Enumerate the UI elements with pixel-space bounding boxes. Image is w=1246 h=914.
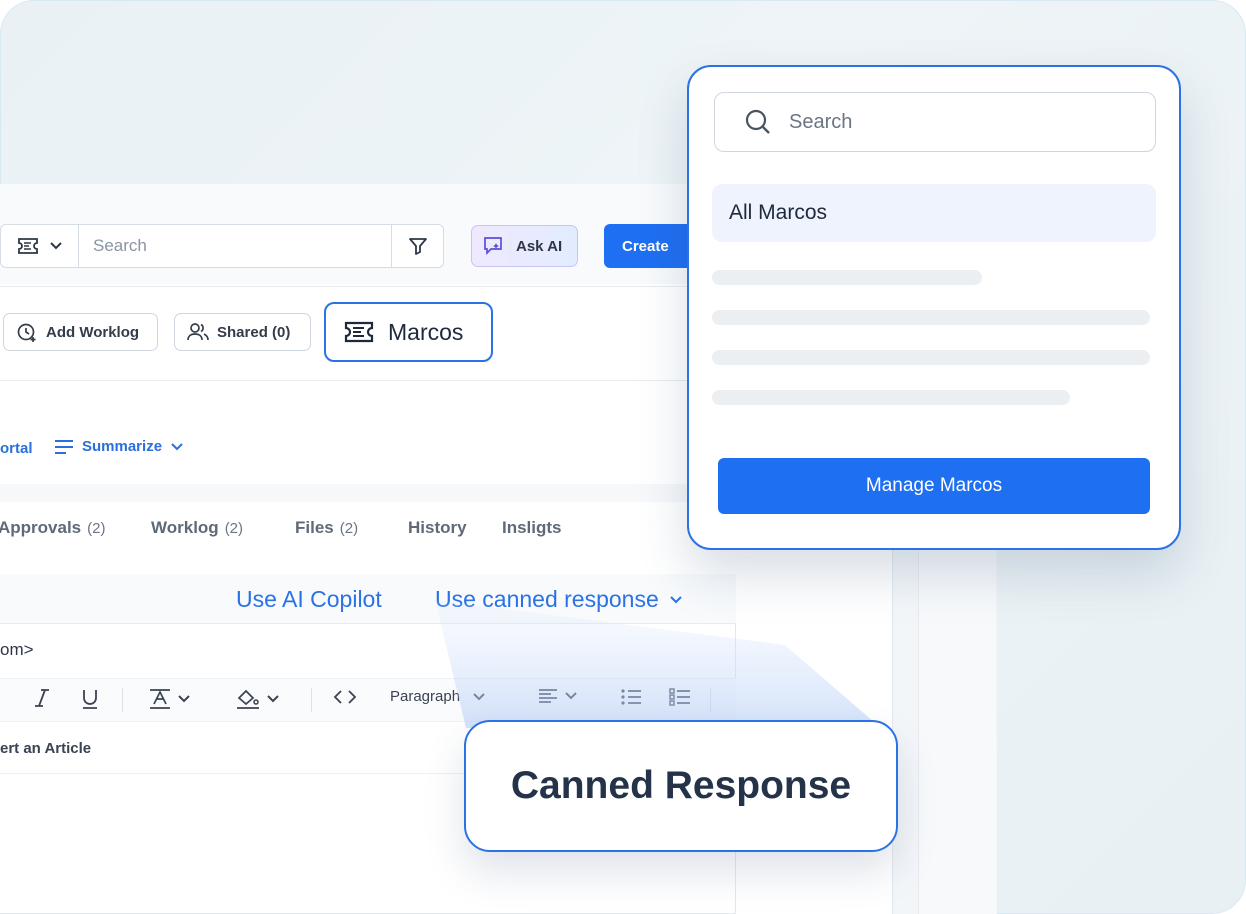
lines-icon: [54, 439, 74, 455]
callout-beam: [435, 600, 874, 728]
marcos-search-input[interactable]: Search: [714, 92, 1156, 152]
shared-button[interactable]: Shared (0): [174, 313, 311, 351]
users-icon: [187, 322, 209, 342]
text-color-button[interactable]: [149, 688, 191, 710]
tab-approvals[interactable]: Approvals (2): [0, 518, 105, 538]
search-input[interactable]: Search: [78, 224, 392, 268]
tab-count: (2): [87, 520, 106, 537]
underline-icon: [80, 688, 100, 710]
chevron-down-icon: [177, 694, 191, 704]
summarize-button[interactable]: Summarize: [54, 438, 184, 455]
ticket-icon: [17, 237, 39, 255]
all-marcos-item[interactable]: All Marcos: [712, 184, 1156, 242]
ask-ai-button[interactable]: Ask AI: [471, 225, 578, 267]
tab-label: Files: [295, 518, 334, 537]
marcos-button[interactable]: Marcos: [324, 302, 493, 362]
skeleton-line: [712, 350, 1150, 365]
create-label: Create: [622, 237, 669, 255]
marcos-label: Marcos: [388, 318, 464, 345]
italic-icon: [33, 688, 51, 708]
canned-response-title: Canned Response: [510, 764, 852, 807]
chevron-down-icon: [49, 241, 63, 251]
all-marcos-label: All Marcos: [729, 201, 828, 224]
skeleton-line: [712, 390, 1070, 405]
skeleton-line: [712, 310, 1150, 325]
tab-label: Insligts: [502, 518, 562, 537]
shared-label: Shared (0): [217, 323, 291, 341]
chevron-down-icon: [266, 694, 280, 704]
tab-worklog[interactable]: Worklog (2): [151, 518, 243, 538]
filter-icon: [407, 235, 429, 257]
tab-label: Worklog: [151, 518, 219, 537]
paint-bucket-icon: [236, 688, 260, 710]
italic-button[interactable]: [33, 688, 51, 708]
tab-count: (2): [224, 520, 244, 537]
code-icon: [333, 688, 357, 706]
tab-label: Approvals: [0, 518, 82, 537]
tab-history[interactable]: History: [408, 518, 467, 538]
ticket-icon: [344, 320, 374, 344]
search-placeholder: Search: [93, 236, 147, 255]
insert-article-link[interactable]: ert an Article: [0, 740, 91, 757]
add-worklog-label: Add Worklog: [46, 323, 140, 341]
filter-button[interactable]: [391, 224, 444, 268]
tab-count: (2): [339, 520, 359, 537]
recipient-text: om>: [0, 640, 34, 659]
skeleton-line: [712, 270, 982, 285]
ai-sparkle-icon: [482, 234, 506, 258]
text-color-icon: [149, 688, 171, 710]
chevron-down-icon: [170, 442, 184, 452]
separator: [311, 688, 312, 712]
separator: [122, 688, 123, 712]
manage-marcos-button[interactable]: Manage Marcos: [718, 458, 1150, 514]
summarize-label: Summarize: [82, 438, 163, 455]
tab-insights[interactable]: Insligts: [502, 518, 562, 538]
ticket-type-dropdown[interactable]: [0, 224, 79, 268]
portal-link[interactable]: ortal: [0, 440, 33, 457]
code-button[interactable]: [333, 688, 357, 706]
highlight-button[interactable]: [236, 688, 280, 710]
add-worklog-button[interactable]: Add Worklog: [3, 313, 158, 351]
manage-marcos-label: Manage Marcos: [865, 475, 1003, 496]
clock-add-icon: [16, 321, 38, 343]
use-ai-copilot-link[interactable]: Use AI Copilot: [236, 586, 382, 613]
canned-response-callout: Canned Response: [464, 720, 898, 852]
underline-button[interactable]: [80, 688, 100, 710]
ask-ai-label: Ask AI: [516, 237, 563, 255]
search-placeholder: Search: [789, 110, 853, 133]
tab-label: History: [408, 518, 467, 537]
tab-files[interactable]: Files (2): [295, 518, 358, 538]
search-icon: [745, 109, 771, 135]
